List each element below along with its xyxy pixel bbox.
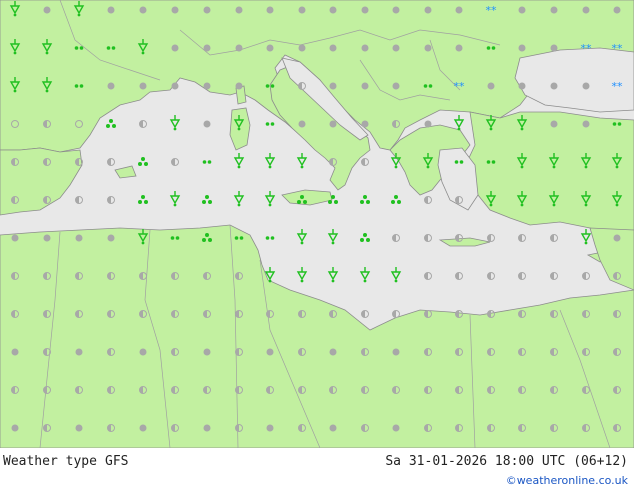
cloudy-icon <box>75 348 83 356</box>
cloudy-icon <box>11 348 19 356</box>
cloudy-icon <box>613 234 621 242</box>
product-label: Weather type <box>3 454 97 469</box>
cloudy-icon <box>392 82 400 90</box>
cloudy-icon <box>329 348 337 356</box>
cloudy-icon <box>75 424 83 432</box>
valid-time-label: Sa 31-01-2026 18:00 UTC (06+12) <box>385 454 628 469</box>
cloudy-icon <box>266 424 274 432</box>
cloudy-icon <box>329 6 337 14</box>
cloudy-icon <box>518 44 526 52</box>
cloudy-icon <box>550 120 558 128</box>
cloudy-icon <box>392 348 400 356</box>
cloudy-icon <box>43 234 51 242</box>
cloudy-icon <box>75 234 83 242</box>
credit-link[interactable]: ©weatheronline.co.uk <box>506 474 628 487</box>
cloudy-icon <box>329 44 337 52</box>
cloudy-icon <box>361 6 369 14</box>
cloudy-icon <box>518 82 526 90</box>
cloudy-icon <box>613 6 621 14</box>
footer-bar: Weather type GFS Sa 31-01-2026 18:00 UTC… <box>0 448 634 490</box>
cloudy-icon <box>361 44 369 52</box>
cloudy-icon <box>266 44 274 52</box>
cloudy-icon <box>298 120 306 128</box>
cloudy-icon <box>550 82 558 90</box>
cloudy-icon <box>235 82 243 90</box>
svg-text:**: ** <box>612 80 624 93</box>
weather-map: ** ** ** ** ** <box>0 0 634 448</box>
cloudy-icon <box>139 6 147 14</box>
cloudy-icon <box>203 120 211 128</box>
cloudy-icon <box>550 44 558 52</box>
cloudy-icon <box>107 234 115 242</box>
cloudy-icon <box>361 82 369 90</box>
cloudy-icon <box>266 348 274 356</box>
cloudy-icon <box>107 6 115 14</box>
snow-icon: ** <box>612 80 624 93</box>
cloudy-icon <box>203 82 211 90</box>
cloudy-icon <box>424 120 432 128</box>
cloudy-icon <box>235 6 243 14</box>
svg-text:**: ** <box>486 4 498 17</box>
cloudy-icon <box>203 348 211 356</box>
cloudy-icon <box>203 6 211 14</box>
cloudy-icon <box>203 424 211 432</box>
cloudy-icon <box>518 6 526 14</box>
cloudy-icon <box>139 348 147 356</box>
svg-text:**: ** <box>454 80 466 93</box>
cloudy-icon <box>424 44 432 52</box>
model-label: GFS <box>105 454 129 469</box>
cloudy-icon <box>11 424 19 432</box>
cloudy-icon <box>171 82 179 90</box>
cloudy-icon <box>392 6 400 14</box>
cloudy-icon <box>329 120 337 128</box>
cloudy-icon <box>203 44 211 52</box>
cloudy-icon <box>329 82 337 90</box>
cloudy-icon <box>582 120 590 128</box>
cloudy-icon <box>171 6 179 14</box>
cloudy-icon <box>298 6 306 14</box>
cloudy-icon <box>329 424 337 432</box>
cloudy-icon <box>455 44 463 52</box>
cloudy-icon <box>139 424 147 432</box>
cloudy-icon <box>361 120 369 128</box>
snow-icon: ** <box>612 42 624 55</box>
cloudy-icon <box>550 6 558 14</box>
snow-icon: ** <box>454 80 466 93</box>
snow-icon: ** <box>581 42 593 55</box>
cloudy-icon <box>455 6 463 14</box>
cloudy-icon <box>487 82 495 90</box>
cloudy-icon <box>582 6 590 14</box>
svg-text:**: ** <box>612 42 624 55</box>
cloudy-icon <box>298 44 306 52</box>
cloudy-icon <box>266 6 274 14</box>
cloudy-icon <box>424 6 432 14</box>
cloudy-icon <box>11 234 19 242</box>
cloudy-icon <box>392 44 400 52</box>
snow-icon: ** <box>486 4 498 17</box>
cloudy-icon <box>107 82 115 90</box>
cloudy-icon <box>235 44 243 52</box>
cloudy-icon <box>139 82 147 90</box>
cloudy-icon <box>43 6 51 14</box>
cloudy-icon <box>582 82 590 90</box>
svg-text:**: ** <box>581 42 593 55</box>
cloudy-icon <box>171 44 179 52</box>
cloudy-icon <box>392 424 400 432</box>
